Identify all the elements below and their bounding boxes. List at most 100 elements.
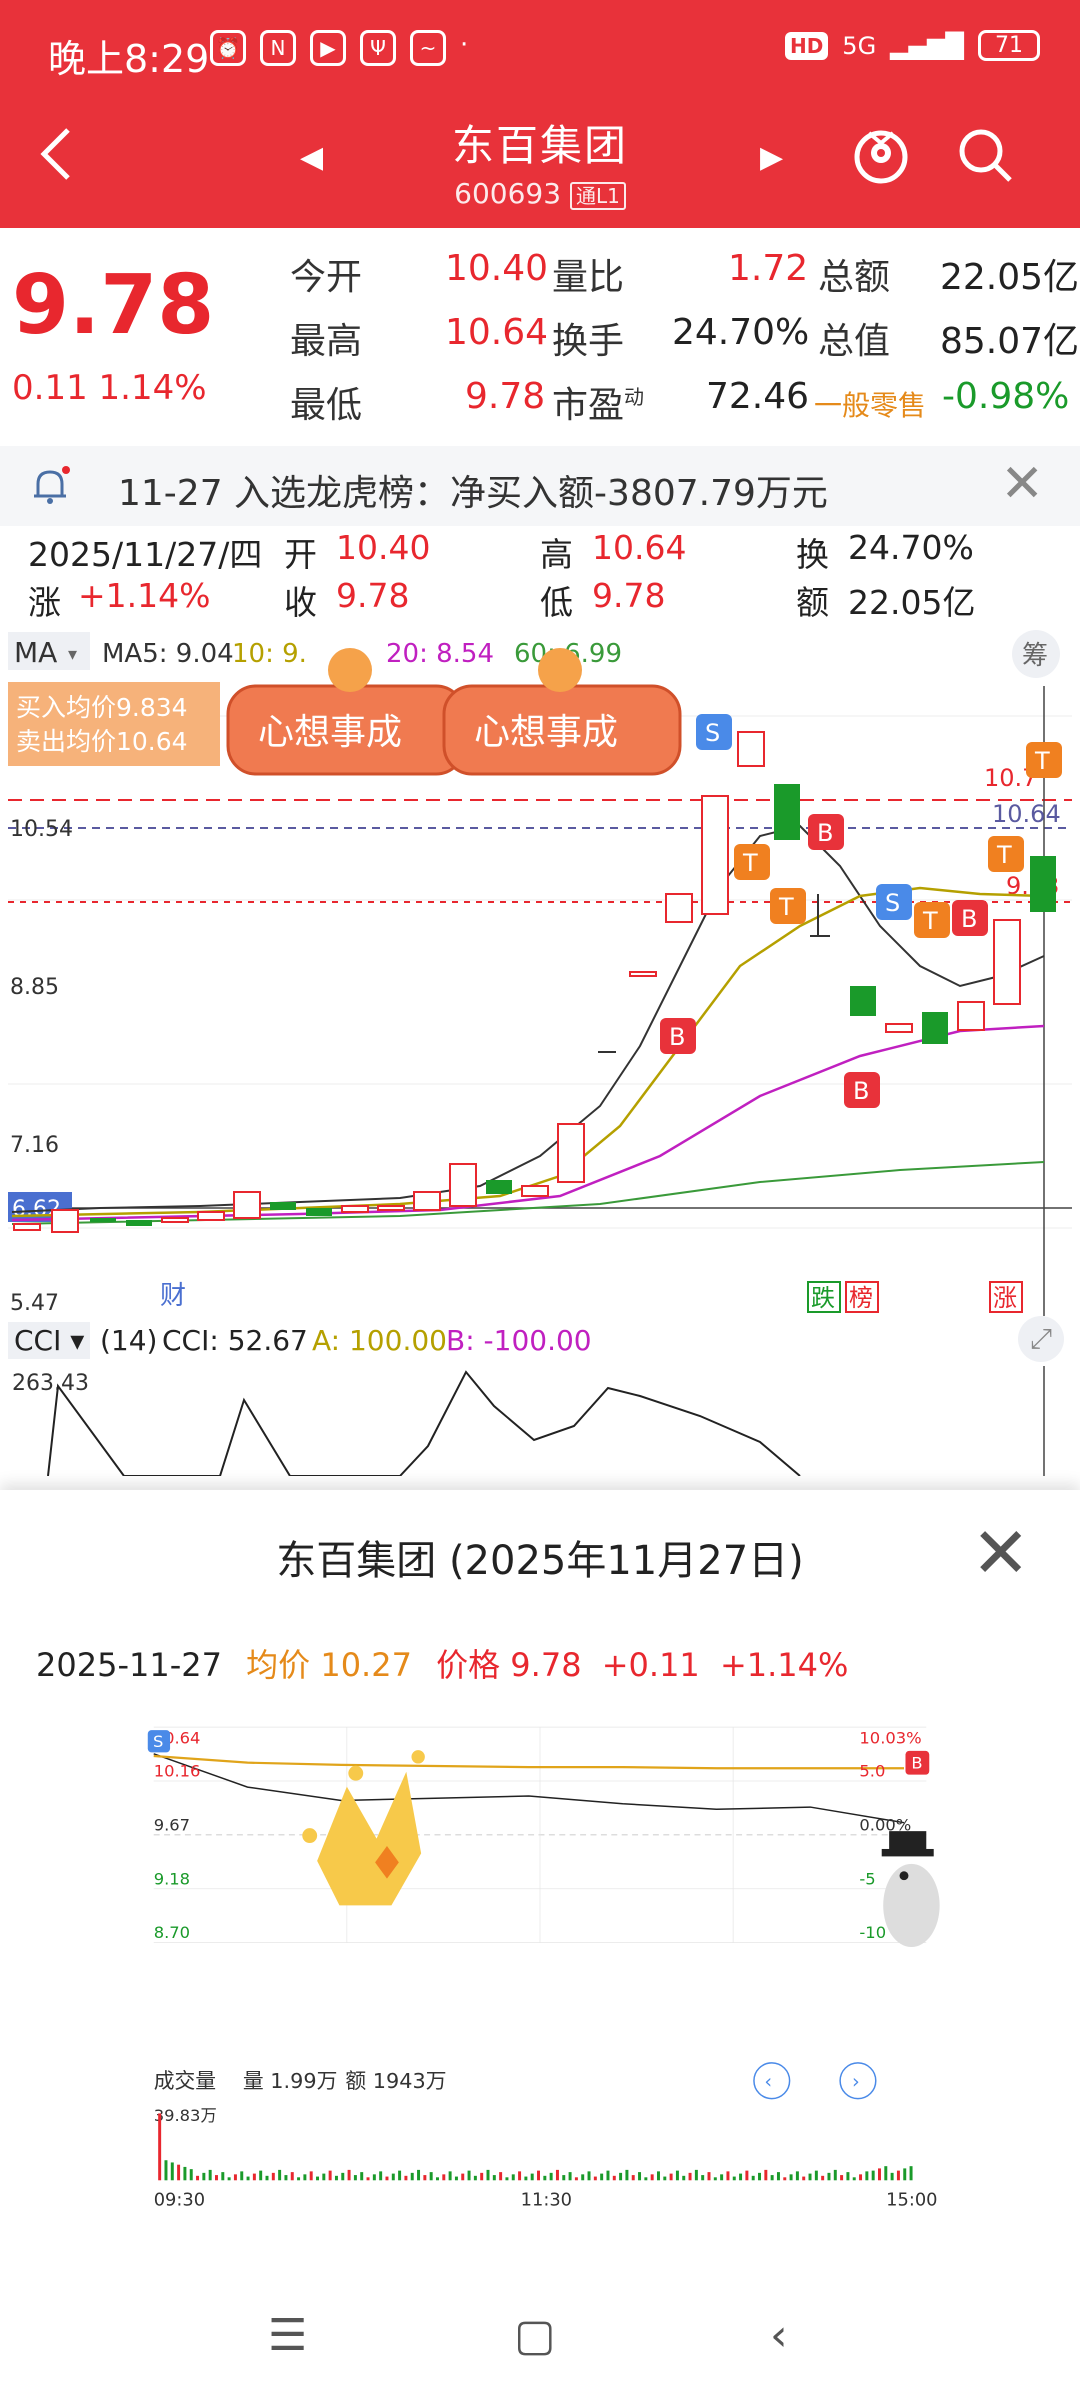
volume-bar (334, 2175, 338, 2181)
event-tag-die: 跌 (811, 1284, 835, 1312)
volume-bar (770, 2175, 774, 2181)
volume-bar (638, 2172, 642, 2181)
sector-label[interactable]: 一般零售 (814, 384, 926, 424)
vol-qty: 量 1.99万 (243, 2069, 338, 2093)
candle (629, 971, 657, 977)
tiger-icon (538, 648, 582, 692)
avg-label: 均价 (246, 1646, 311, 1684)
home-icon[interactable]: ▢ (514, 2310, 556, 2361)
volume-bar (600, 2173, 604, 2181)
cci-line (47, 1370, 801, 1476)
candle (341, 1205, 369, 1213)
volume-bar (890, 2172, 894, 2181)
open-label: 今开 (290, 257, 363, 298)
ma-selector: MA (14, 636, 57, 669)
volume-bar (720, 2174, 724, 2181)
volume-bar (366, 2177, 370, 2181)
y-label: 10.54 (10, 817, 73, 842)
signal-icon: ▂▄▆█ (890, 31, 964, 60)
volume-bar (593, 2176, 597, 2181)
signal-b-text: B (853, 1077, 869, 1105)
notice-close-button[interactable]: ✕ (1000, 454, 1044, 514)
next-stock-arrow[interactable]: ▶ (760, 140, 783, 175)
intraday-chart[interactable]: 10.64 10.03%10.16 5.09.67 0.00%9.18 -58.70 -1… (0, 1690, 1080, 2210)
search-button[interactable] (950, 120, 1020, 190)
volume-bar (663, 2176, 667, 2181)
volume-bar (871, 2170, 875, 2181)
pct-label: -5 (859, 1869, 875, 1888)
volume-bar (568, 2172, 572, 2181)
mascot-button[interactable] (846, 120, 916, 190)
back-button[interactable] (36, 124, 92, 194)
cci-header: CCI ▾ (14) CCI: 52.67 A: 100.00 B: -100.… (0, 1316, 1080, 1366)
bell-icon (34, 466, 70, 504)
y-label: 10.16 (154, 1762, 201, 1781)
volume-bar (530, 2173, 534, 2181)
app-icon: N (260, 30, 296, 66)
bank-icon: Ψ (360, 30, 396, 66)
candle (13, 1223, 41, 1231)
candle (126, 1220, 152, 1226)
kline-chart[interactable]: MA ▾ MA5: 9.04 10: 9. 20: 8.54 60: 6.99 … (0, 626, 1080, 1316)
candle (486, 1180, 512, 1194)
dot-icon: · (460, 30, 469, 60)
turnover-label: 换手 (552, 321, 625, 362)
volume-bar (859, 2174, 863, 2181)
signal-b-text: B (961, 905, 977, 933)
volume-bar (246, 2176, 250, 2181)
volume-bar (278, 2169, 282, 2181)
volume-bar (581, 2174, 585, 2181)
volume-bar (795, 2171, 799, 2181)
y-label: 7.16 (10, 1133, 59, 1158)
trend-icon: ~ (410, 30, 446, 66)
volume-bar (461, 2173, 465, 2181)
volume-bar (284, 2175, 288, 2181)
day-open: 10.40 (336, 528, 431, 567)
candle (306, 1208, 332, 1216)
volume-bar (878, 2168, 881, 2181)
menu-icon[interactable]: ☰ (268, 2310, 307, 2361)
back-icon[interactable]: ‹ (770, 2310, 788, 2361)
day-amt-label: 额 (796, 583, 829, 622)
pe-label: 市盈动 (552, 376, 644, 428)
candle (233, 1191, 261, 1219)
volume-bar (347, 2169, 351, 2181)
volume-bar (846, 2172, 850, 2181)
ma5-label: MA5: 9.04 (102, 639, 234, 669)
day-close-label: 收 (284, 583, 317, 622)
volume-bar (619, 2172, 623, 2181)
chip-button: 筹 (1022, 641, 1048, 671)
volume-bar (442, 2174, 446, 2181)
y-label: 9.67 (154, 1815, 190, 1834)
ma5-line (11, 824, 1045, 1213)
volume-bar (511, 2174, 515, 2181)
candle (1030, 856, 1056, 912)
volume-bar (713, 2177, 717, 2181)
banner-2-text: 心想事成 (474, 712, 618, 753)
cci-max-label: 263.43 (12, 1371, 89, 1396)
day-date: 2025/11/27/四 (28, 535, 263, 574)
expand-icon[interactable]: ⤢ (1018, 1316, 1064, 1362)
volume-bar (227, 2177, 231, 2181)
volume-bar (404, 2175, 408, 2181)
notice-bar[interactable]: 11-27 入选龙虎榜：净买入额-3807.79万元 ✕ (0, 446, 1080, 526)
volume-bar (764, 2169, 768, 2181)
volume-bar (316, 2176, 319, 2181)
day-low-label: 低 (540, 583, 573, 622)
cci-selector[interactable]: CCI ▾ (8, 1322, 91, 1359)
day-open-label: 开 (284, 535, 317, 574)
volume-bar (657, 2171, 660, 2181)
candle (993, 919, 1021, 1005)
search-icon (959, 129, 1012, 182)
volume-bar (233, 2174, 237, 2181)
day-amt: 22.05亿 (848, 583, 976, 622)
volume-bar (821, 2175, 825, 2181)
volume-bar (562, 2175, 566, 2181)
volume-bar (196, 2175, 200, 2181)
volume-bar (903, 2168, 907, 2181)
volume-bar (896, 2170, 900, 2181)
sheet-close-button[interactable]: ✕ (971, 1518, 1030, 1588)
mascot-icon (854, 130, 908, 184)
cci-period: (14) (100, 1324, 158, 1357)
price-change: 0.11 1.14% (12, 368, 207, 408)
